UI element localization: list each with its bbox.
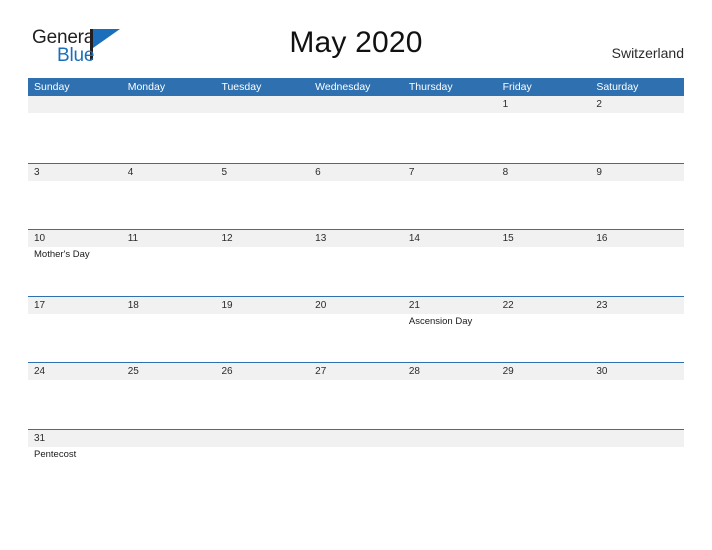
day-number: 16 xyxy=(596,233,608,244)
day-cell[interactable] xyxy=(215,96,309,163)
day-cell[interactable]: 3 xyxy=(28,164,122,230)
day-number: 19 xyxy=(221,299,233,311)
day-header-sunday: Sunday xyxy=(34,81,70,93)
day-cell[interactable] xyxy=(122,430,216,496)
day-event: Pentecost xyxy=(34,448,77,460)
day-cell[interactable]: 29 xyxy=(497,363,591,429)
week-row: 10 Mother's Day 11 12 13 14 15 16 xyxy=(28,229,684,296)
day-cell[interactable] xyxy=(497,430,591,496)
day-cell[interactable]: 26 xyxy=(215,363,309,429)
day-number: 8 xyxy=(502,166,509,178)
day-number: 24 xyxy=(34,366,46,377)
day-header-tuesday: Tuesday xyxy=(221,81,262,93)
day-number: 11 xyxy=(127,233,139,244)
day-number: 30 xyxy=(596,366,608,377)
day-cell[interactable]: 2 xyxy=(590,96,684,163)
day-number: 2 xyxy=(596,99,602,110)
day-cell[interactable] xyxy=(309,96,403,163)
day-number: 13 xyxy=(315,233,327,244)
day-cell[interactable]: 22 xyxy=(497,297,591,363)
calendar-grid: Sunday Monday Tuesday Wednesday Thursday… xyxy=(28,78,684,495)
day-number: 15 xyxy=(502,233,514,244)
day-cell[interactable]: 18 xyxy=(122,297,216,363)
day-cell[interactable]: 8 xyxy=(497,164,591,230)
day-cell[interactable]: 30 xyxy=(590,363,684,429)
day-number: 5 xyxy=(221,166,227,178)
day-cell[interactable] xyxy=(309,430,403,496)
calendar-page: General Blue May 2020 Switzerland Sunday… xyxy=(0,0,712,550)
page-header: General Blue May 2020 Switzerland xyxy=(0,0,712,72)
day-cell[interactable]: 13 xyxy=(309,230,403,296)
day-number: 4 xyxy=(127,166,134,178)
day-cell[interactable]: 7 xyxy=(403,164,497,230)
day-number: 31 xyxy=(34,432,46,444)
day-cell[interactable]: 16 xyxy=(590,230,684,296)
day-cell[interactable]: 31 Pentecost xyxy=(28,430,122,496)
day-cell[interactable]: 23 xyxy=(590,297,684,363)
day-cell[interactable]: 4 xyxy=(122,164,216,230)
day-number: 18 xyxy=(127,299,139,311)
day-cell[interactable]: 25 xyxy=(122,363,216,429)
day-cell[interactable]: 20 xyxy=(309,297,403,363)
day-cell[interactable] xyxy=(28,96,122,163)
day-number: 23 xyxy=(596,299,608,311)
day-header-monday: Monday xyxy=(127,81,166,93)
day-cell[interactable]: 21 Ascension Day xyxy=(403,297,497,363)
day-number: 28 xyxy=(408,366,420,377)
day-cell[interactable]: 10 Mother's Day xyxy=(28,230,122,296)
day-header-saturday: Saturday xyxy=(596,81,639,93)
day-number: 25 xyxy=(127,366,139,377)
day-number: 26 xyxy=(221,366,233,377)
day-cell[interactable]: 5 xyxy=(215,164,309,230)
day-of-week-header-row: Sunday Monday Tuesday Wednesday Thursday… xyxy=(28,78,684,96)
day-event: Ascension Day xyxy=(408,315,473,327)
day-cell[interactable]: 14 xyxy=(403,230,497,296)
week-row: 24 25 26 27 28 29 30 xyxy=(28,362,684,429)
day-number: 10 xyxy=(34,233,46,244)
day-cell[interactable] xyxy=(215,430,309,496)
day-cell[interactable]: 28 xyxy=(403,363,497,429)
day-number: 7 xyxy=(408,166,415,178)
day-number: 21 xyxy=(408,299,420,311)
day-cell[interactable] xyxy=(590,430,684,496)
week-row: 3 4 5 6 7 8 9 xyxy=(28,162,684,230)
day-cell[interactable]: 15 xyxy=(497,230,591,296)
week-row: 31 Pentecost xyxy=(28,428,684,496)
week-row: 1 2 xyxy=(28,96,684,163)
day-cell[interactable]: 9 xyxy=(590,164,684,230)
day-number: 3 xyxy=(34,166,40,178)
day-header-thursday: Thursday xyxy=(408,81,453,93)
day-number: 6 xyxy=(315,166,321,178)
page-title: May 2020 xyxy=(289,26,423,59)
day-event: Mother's Day xyxy=(34,249,90,260)
day-cell[interactable]: 6 xyxy=(309,164,403,230)
day-cell[interactable]: 27 xyxy=(309,363,403,429)
day-cell[interactable]: 17 xyxy=(28,297,122,363)
day-number: 14 xyxy=(408,233,420,244)
day-cell[interactable]: 11 xyxy=(122,230,216,296)
day-cell[interactable] xyxy=(122,96,216,163)
day-cell[interactable]: 24 xyxy=(28,363,122,429)
day-header-friday: Friday xyxy=(502,81,532,93)
day-number: 1 xyxy=(502,99,509,110)
country-label: Switzerland xyxy=(611,45,684,61)
day-cell[interactable]: 1 xyxy=(497,96,591,163)
day-number: 22 xyxy=(502,299,514,311)
day-number: 27 xyxy=(315,366,327,377)
day-cell[interactable]: 19 xyxy=(215,297,309,363)
week-row: 17 18 19 20 21 Ascension Day 22 23 xyxy=(28,295,684,363)
day-cell[interactable]: 12 xyxy=(215,230,309,296)
day-number: 12 xyxy=(221,233,233,244)
day-number: 9 xyxy=(596,166,602,178)
day-header-wednesday: Wednesday xyxy=(315,81,371,93)
day-cell[interactable] xyxy=(403,430,497,496)
day-number: 20 xyxy=(315,299,327,311)
day-cell[interactable] xyxy=(403,96,497,163)
day-number: 17 xyxy=(34,299,46,311)
day-number: 29 xyxy=(502,366,514,377)
